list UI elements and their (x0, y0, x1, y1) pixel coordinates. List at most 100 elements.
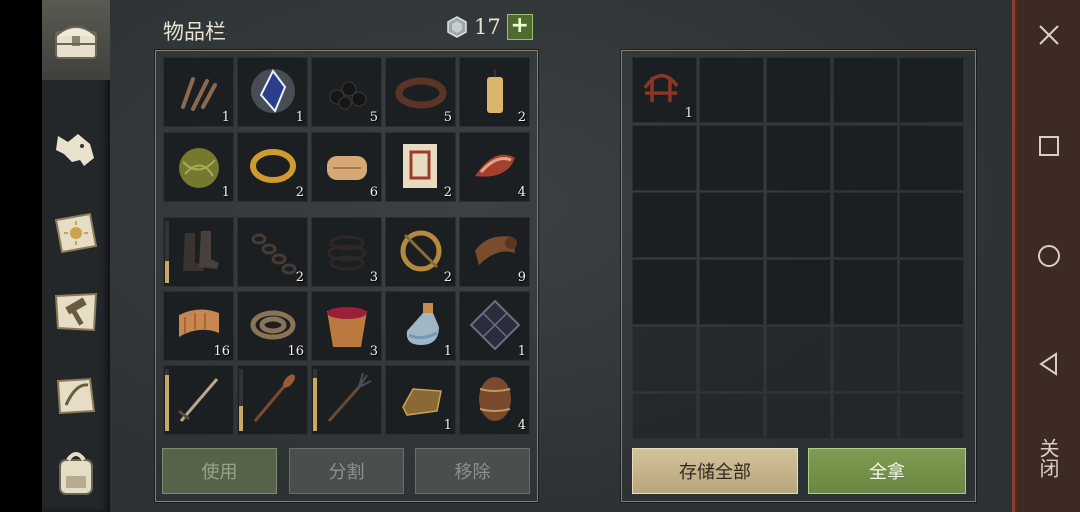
item-quantity: 16 (287, 344, 304, 359)
storage-slot[interactable] (632, 125, 697, 191)
inventory-slot[interactable]: 4 (459, 132, 530, 202)
inventory-slot[interactable]: 2 (459, 57, 530, 127)
inventory-slot[interactable]: 2 (385, 132, 456, 202)
pitchfork-icon (327, 372, 372, 422)
candle-icon (487, 69, 503, 113)
inventory-slot[interactable] (311, 365, 382, 435)
storage-slot[interactable] (899, 259, 964, 325)
tab-sun-book[interactable] (42, 192, 110, 272)
storage-slot-locked (766, 393, 831, 439)
inventory-slot[interactable]: 1 (163, 57, 234, 127)
inventory-slot[interactable]: 9 (459, 217, 530, 287)
leather-roll-icon (327, 156, 367, 180)
home-button[interactable] (1015, 243, 1080, 269)
remove-button[interactable]: 移除 (415, 448, 530, 494)
inventory-slot[interactable]: 1 (385, 365, 456, 435)
inventory-slot[interactable]: 6 (311, 132, 382, 202)
back-triangle-icon (1039, 352, 1057, 376)
storage-slot[interactable] (833, 57, 898, 123)
storage-slot[interactable] (766, 57, 831, 123)
storage-slot[interactable] (699, 125, 764, 191)
storage-slot[interactable] (766, 125, 831, 191)
inventory-slot[interactable]: 16 (237, 291, 308, 361)
inventory-slot[interactable]: 2 (237, 132, 308, 202)
chest-icon (55, 26, 97, 59)
durability-bar (165, 221, 169, 283)
item-quantity: 4 (517, 185, 526, 200)
inventory-slot[interactable]: 1 (237, 57, 308, 127)
tab-crafting[interactable] (42, 272, 110, 352)
storage-slot[interactable]: 1 (632, 57, 697, 123)
storage-slot[interactable] (699, 192, 764, 258)
inventory-slot[interactable]: 5 (385, 57, 456, 127)
add-currency-button[interactable]: + (506, 14, 533, 40)
inventory-slot[interactable] (163, 217, 234, 287)
tab-journal[interactable] (42, 355, 110, 435)
storage-slot[interactable] (699, 259, 764, 325)
item-quantity: 4 (517, 418, 526, 433)
tab-chest[interactable] (42, 0, 112, 80)
storage-slot[interactable] (899, 57, 964, 123)
recent-apps-button[interactable] (1015, 133, 1080, 159)
close-x-button[interactable] (1015, 22, 1080, 48)
inventory-slot[interactable]: 2 (237, 217, 308, 287)
item-quantity: 5 (369, 110, 378, 125)
item-quantity: 1 (443, 418, 452, 433)
tab-wolf[interactable] (42, 110, 110, 190)
tab-backpack[interactable] (42, 432, 110, 512)
storage-slot-locked (699, 393, 764, 439)
item-quantity: 2 (295, 185, 304, 200)
nails-icon (181, 77, 217, 111)
storage-slot[interactable] (833, 192, 898, 258)
currency: 17 + (446, 14, 533, 40)
take-all-button[interactable]: 全拿 (808, 448, 966, 494)
close-label[interactable]: 关闭 (1036, 438, 1060, 478)
inventory-slot[interactable] (163, 365, 234, 435)
storage-slot-locked (699, 326, 764, 392)
quill-scroll-icon (56, 377, 96, 415)
item-quantity: 2 (443, 270, 452, 285)
storage-slot[interactable] (766, 192, 831, 258)
storage-slot[interactable] (699, 57, 764, 123)
back-button[interactable] (1015, 351, 1080, 377)
currency-count: 17 (474, 15, 501, 39)
inventory-slot[interactable]: 1 (385, 291, 456, 361)
item-quantity: 2 (517, 110, 526, 125)
storage-slot[interactable] (632, 259, 697, 325)
chain-icon (251, 233, 297, 275)
split-button[interactable]: 分割 (289, 448, 404, 494)
red-rune-icon (643, 73, 679, 103)
hide-roll-icon (475, 236, 517, 265)
inventory-slot[interactable]: 4 (459, 365, 530, 435)
store-all-button[interactable]: 存储全部 (632, 448, 798, 494)
inventory-slot[interactable]: 3 (311, 291, 382, 361)
storage-slot[interactable] (899, 125, 964, 191)
sun-book-icon (54, 212, 98, 254)
inventory-slot[interactable]: 2 (385, 217, 456, 287)
use-button[interactable]: 使用 (162, 448, 277, 494)
storage-slot-locked (632, 326, 697, 392)
storage-slot[interactable] (766, 259, 831, 325)
screen-edge (0, 0, 42, 512)
inventory-slot[interactable]: 3 (311, 217, 382, 287)
item-quantity: 5 (443, 110, 452, 125)
durability-bar (165, 369, 169, 431)
potion-icon (406, 303, 439, 345)
backpack-icon (59, 452, 93, 495)
storage-slot[interactable] (899, 192, 964, 258)
item-quantity: 1 (295, 110, 304, 125)
inventory-slot[interactable]: 1 (163, 132, 234, 202)
inventory-slot[interactable]: 16 (163, 291, 234, 361)
storage-slot[interactable] (632, 192, 697, 258)
inventory-slot[interactable]: 5 (311, 57, 382, 127)
inventory-slot[interactable]: 1 (459, 291, 530, 361)
storage-slot[interactable] (833, 259, 898, 325)
storage-slot-locked (899, 393, 964, 439)
rune-scroll-icon (403, 144, 437, 188)
storage-slot[interactable] (833, 125, 898, 191)
wolf-icon (56, 134, 94, 166)
item-quantity: 3 (369, 270, 378, 285)
inventory-title: 物品栏 (163, 20, 226, 44)
inventory-slot[interactable] (237, 365, 308, 435)
sword-icon (178, 378, 219, 422)
